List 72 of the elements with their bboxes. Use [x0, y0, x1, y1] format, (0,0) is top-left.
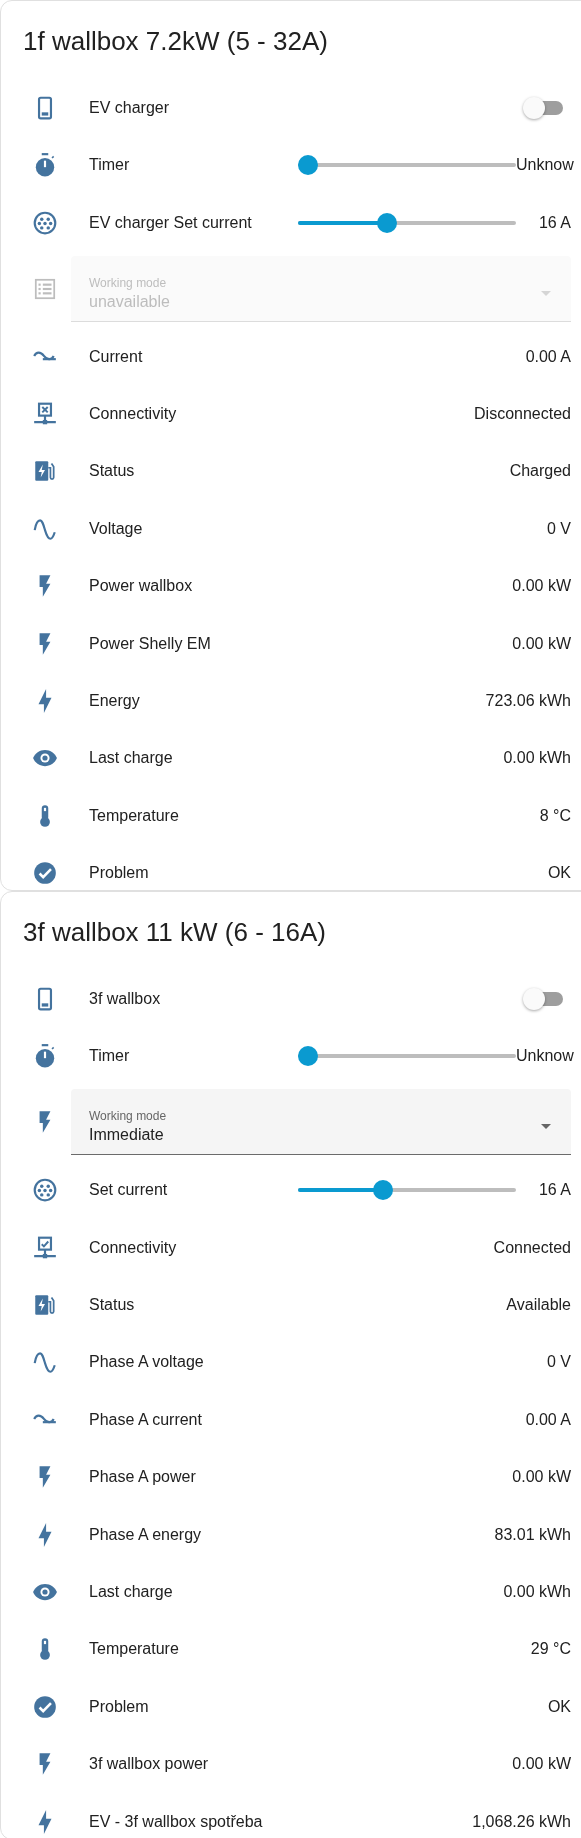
entity-label: Phase A current — [89, 1410, 203, 1429]
check-circle-icon — [32, 860, 58, 887]
entity-label: 3f wallbox — [89, 990, 162, 1009]
entity-label: Power Shelly EM — [89, 634, 212, 653]
entity-state: OK — [547, 864, 571, 883]
slider[interactable] — [298, 1180, 516, 1201]
entity-state: 29 °C — [530, 1640, 571, 1659]
slider-thumb[interactable] — [298, 1046, 318, 1067]
entity-label: Last charge — [89, 1583, 174, 1601]
entity-state: 8 °C — [539, 806, 571, 825]
check-circle-icon — [32, 1693, 58, 1720]
ev-plug-icon — [32, 1177, 58, 1204]
entity-state: 0.00 A — [525, 1410, 571, 1429]
entity-label: EV - 3f wallbox spotřeba — [89, 1812, 264, 1831]
entity-label: EV charger — [89, 99, 171, 117]
entity-label: Connectivity — [89, 404, 178, 423]
entity-state: Disconnected — [474, 404, 571, 423]
entity-state: Connected — [493, 1238, 571, 1257]
slider-value: 16 A — [537, 213, 571, 232]
entity-label: Status — [89, 462, 136, 481]
network-check-icon — [32, 1234, 58, 1261]
entity-label: Voltage — [89, 519, 144, 538]
entity-state: 0.00 kWh — [503, 1583, 571, 1601]
entity-state: 0.00 kW — [512, 1755, 571, 1774]
entity-state: 83.01 kWh — [494, 1525, 571, 1544]
entity-label: Phase A energy — [89, 1525, 203, 1544]
select-field[interactable]: Working mode Immediate — [71, 1089, 571, 1156]
entity-state: 0.00 kWh — [503, 749, 571, 768]
slider[interactable] — [298, 155, 516, 176]
slider-thumb[interactable] — [373, 1180, 394, 1201]
entity-state: 723.06 kWh — [485, 691, 571, 710]
entity-label: Power wallbox — [89, 577, 194, 596]
entity-state: 0.00 kW — [512, 1468, 571, 1487]
entity-state: 0.00 kW — [512, 577, 571, 596]
network-error-icon — [32, 400, 58, 427]
entity-state: Available — [506, 1296, 571, 1315]
entity-label: Status — [89, 1296, 136, 1315]
entity-label: Connectivity — [89, 1238, 178, 1257]
entity-state: OK — [547, 1697, 571, 1716]
entity-label: Problem — [89, 1697, 150, 1716]
entity-label: 3f wallbox power — [89, 1755, 210, 1774]
entity-state: 0 V — [547, 1353, 571, 1372]
entity-label: Set current — [89, 1181, 169, 1200]
entity-label: Temperature — [89, 806, 180, 825]
entity-label: Timer — [89, 1047, 131, 1066]
entity-state: 0 V — [547, 519, 571, 538]
toggle-switch[interactable] — [523, 988, 563, 1011]
slider-value: 16 A — [537, 1181, 571, 1200]
caret-icon — [541, 290, 551, 296]
entity-state: Charged — [509, 462, 571, 481]
toggle-switch[interactable] — [523, 97, 563, 119]
ev-plug-icon — [32, 209, 58, 236]
entity-label: EV charger Set current — [89, 213, 253, 232]
card-title: 1f wallbox 7.2kW (5 - 32A) — [22, 25, 329, 57]
entity-state: 1,068.26 kWh — [472, 1812, 571, 1831]
slider[interactable] — [298, 212, 516, 233]
sine-wave-icon — [32, 1349, 58, 1376]
entity-state: 0.00 A — [525, 347, 571, 366]
slider-thumb[interactable] — [298, 155, 318, 176]
entity-label: Timer — [89, 156, 131, 175]
entity-label: Temperature — [89, 1640, 180, 1659]
card-title: 3f wallbox 11 kW (6 - 16A) — [22, 916, 327, 949]
entity-label: Last charge — [89, 749, 174, 768]
entity-label: Energy — [89, 691, 141, 710]
entity-label: Current — [89, 347, 144, 366]
slider[interactable] — [298, 1046, 516, 1067]
slider-thumb[interactable] — [377, 212, 398, 233]
entity-label: Problem — [89, 864, 150, 883]
caret-icon — [541, 1124, 551, 1130]
entity-label: Phase A voltage — [89, 1353, 205, 1372]
entity-label: Phase A power — [89, 1468, 197, 1487]
entity-state: 0.00 kW — [512, 634, 571, 653]
